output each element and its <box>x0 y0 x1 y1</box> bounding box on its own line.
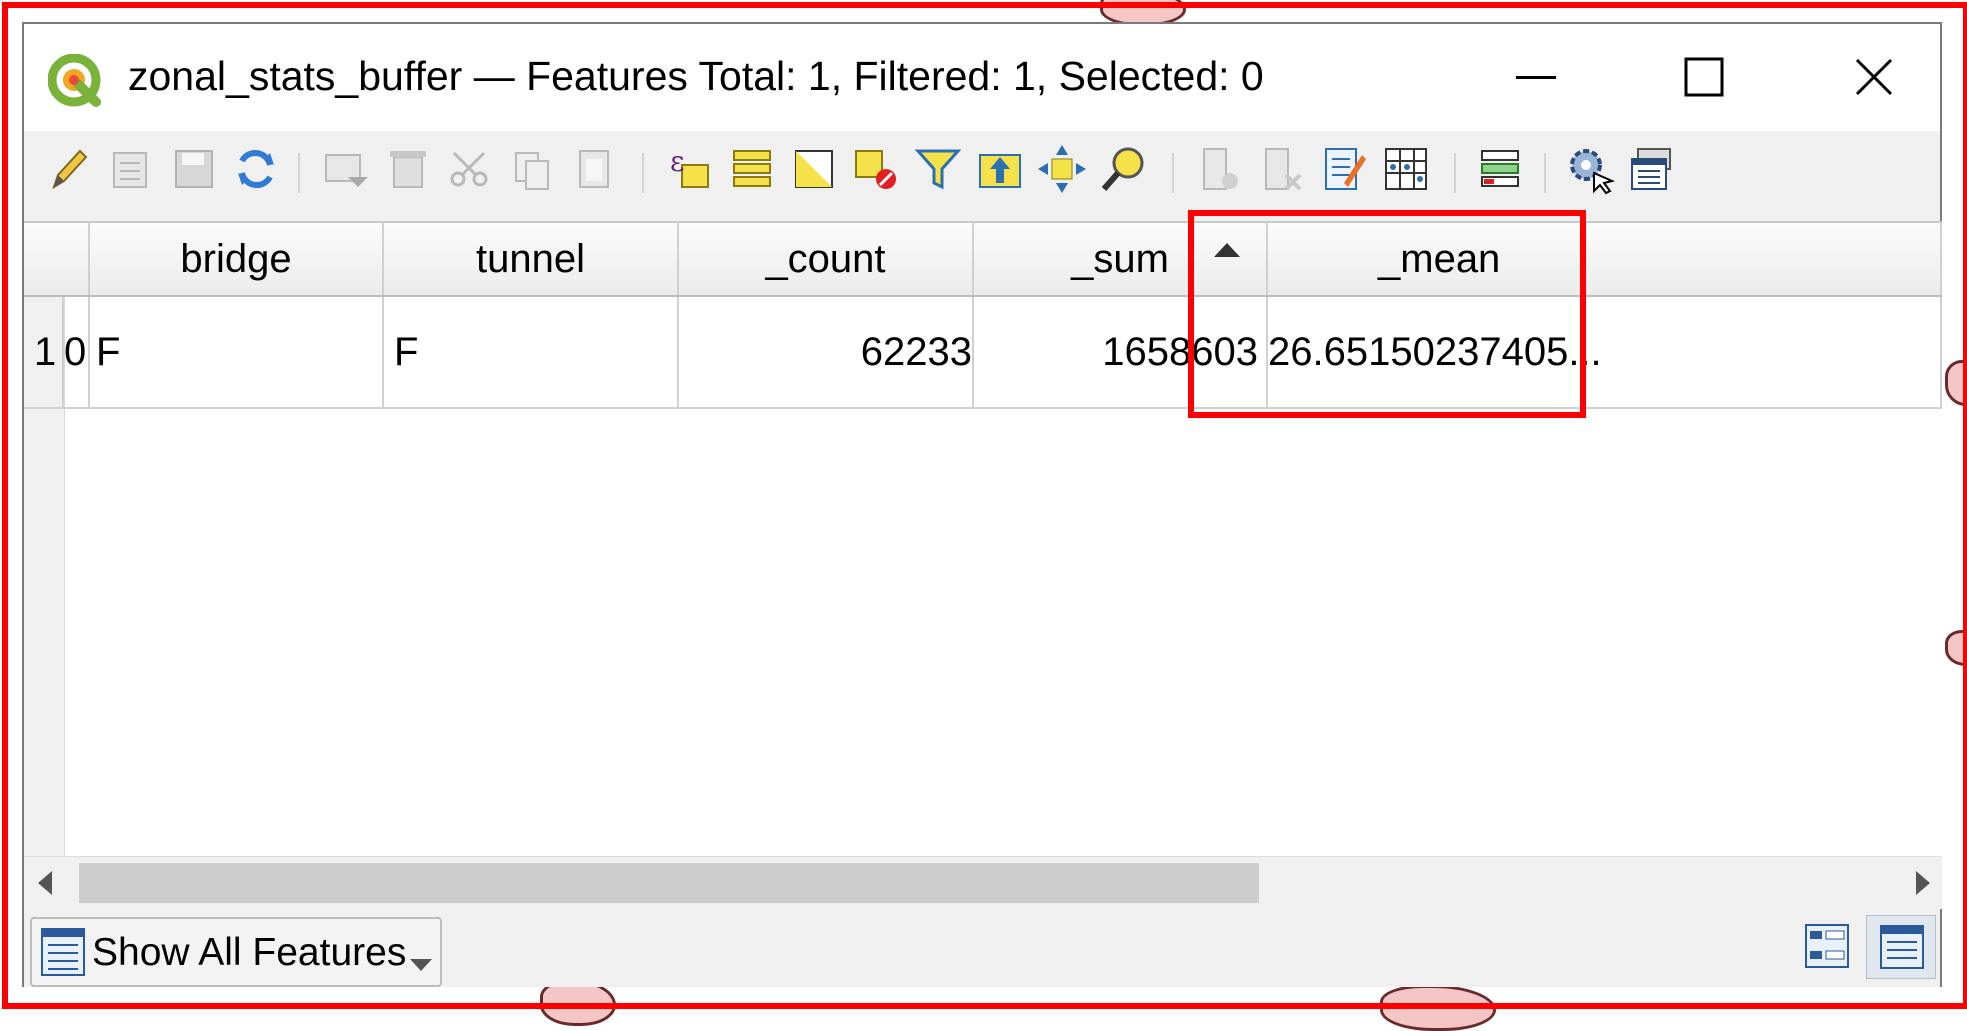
sum-column-highlight <box>1188 210 1586 418</box>
screenshot-highlight-frame <box>2 2 1967 1009</box>
